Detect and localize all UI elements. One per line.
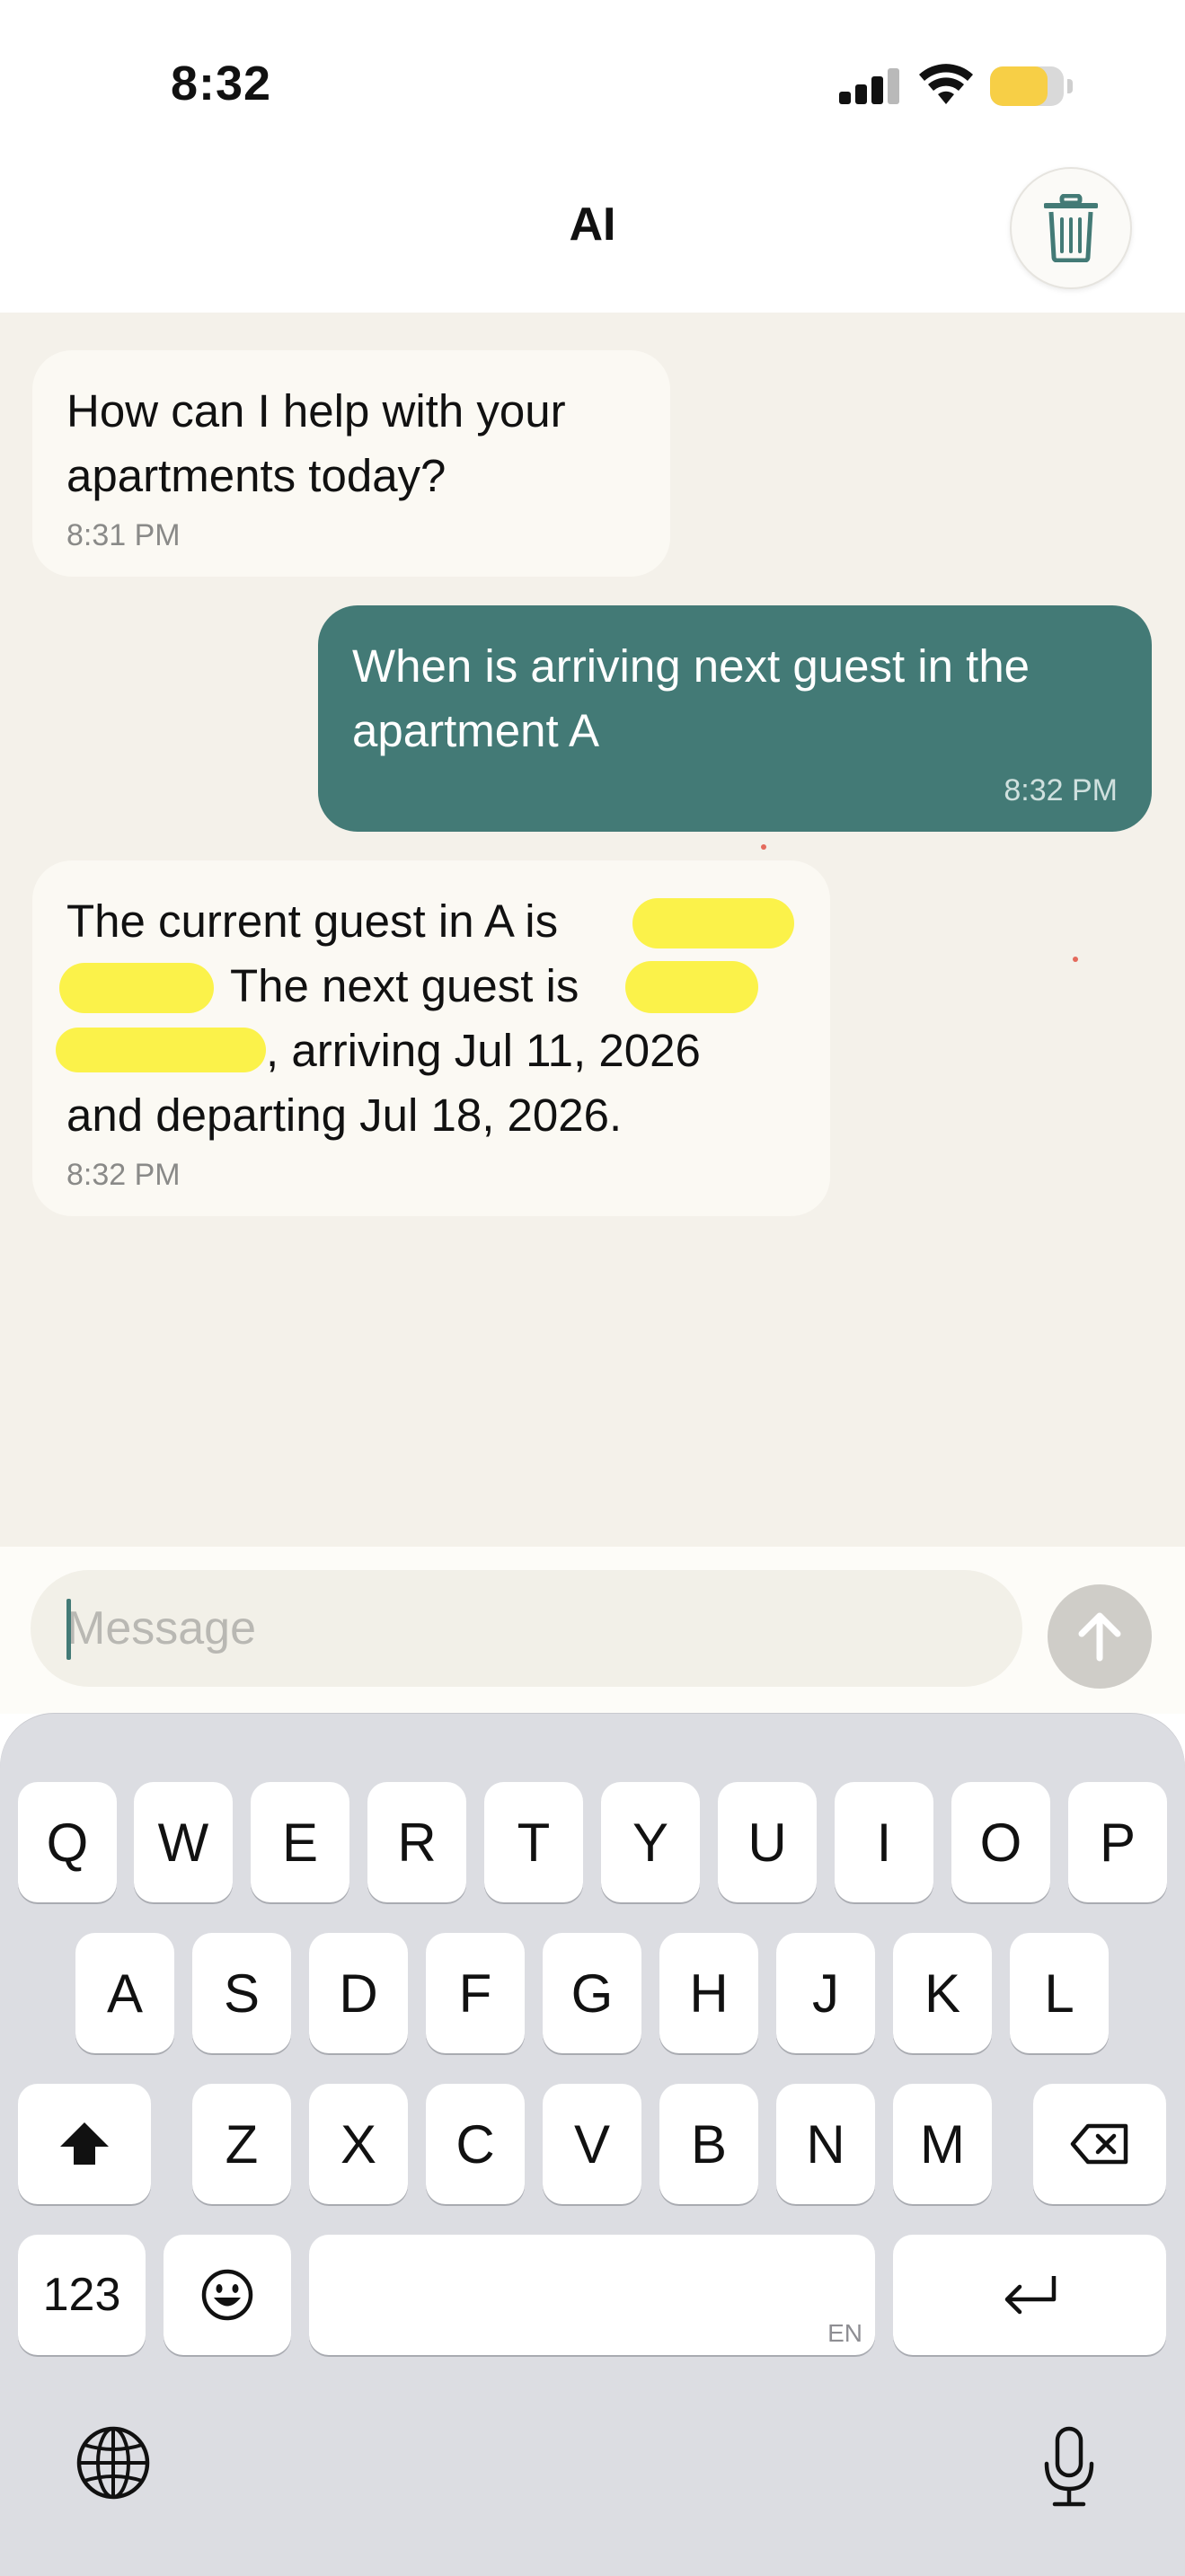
key-e[interactable]: E: [251, 1782, 349, 1902]
key-i[interactable]: I: [835, 1782, 933, 1902]
key-n[interactable]: N: [776, 2084, 875, 2204]
key-r[interactable]: R: [367, 1782, 466, 1902]
message-time: 8:32 PM: [1004, 773, 1118, 807]
space-key[interactable]: EN: [309, 2235, 875, 2355]
key-t[interactable]: T: [484, 1782, 583, 1902]
key-h[interactable]: H: [659, 1933, 758, 2053]
backspace-key[interactable]: [1033, 2084, 1166, 2204]
key-y[interactable]: Y: [601, 1782, 700, 1902]
key-w[interactable]: W: [134, 1782, 233, 1902]
send-button[interactable]: [1048, 1584, 1152, 1689]
message-text: apartment A: [352, 705, 599, 756]
redaction-mark: [59, 963, 214, 1013]
microphone-icon: [1044, 2426, 1094, 2507]
message-text: apartments today?: [66, 450, 447, 501]
text-cursor: [66, 1599, 71, 1660]
key-q[interactable]: Q: [18, 1782, 117, 1902]
globe-button[interactable]: [68, 2418, 158, 2508]
status-time: 8:32: [171, 57, 272, 110]
globe-icon: [76, 2426, 150, 2500]
key-o[interactable]: O: [951, 1782, 1050, 1902]
key-k[interactable]: K: [893, 1933, 992, 2053]
clear-chat-button[interactable]: [1010, 167, 1132, 289]
battery-icon: [990, 66, 1073, 106]
assistant-message: How can I help with your apartments toda…: [32, 350, 670, 577]
arrow-up-icon: [1078, 1612, 1121, 1662]
user-message: When is arriving next guest in the apart…: [318, 605, 1152, 832]
nav-header: AI: [0, 162, 1185, 313]
wifi-icon: [919, 64, 973, 104]
redaction-mark: [56, 1028, 266, 1072]
decorative-dot: [1073, 957, 1078, 962]
message-text: How can I help with your: [66, 385, 566, 437]
dictation-button[interactable]: [1026, 2418, 1112, 2517]
message-text: When is arriving next guest in the: [352, 640, 1030, 692]
key-a[interactable]: A: [75, 1933, 174, 2053]
shift-icon: [60, 2122, 109, 2165]
composer-bar: [0, 1547, 1185, 1714]
key-m[interactable]: M: [893, 2084, 992, 2204]
key-d[interactable]: D: [309, 1933, 408, 2053]
emoji-icon: [201, 2269, 253, 2321]
emoji-key[interactable]: [164, 2235, 291, 2355]
keyboard-language-label: EN: [827, 2319, 862, 2347]
numbers-key[interactable]: 123: [18, 2235, 146, 2355]
message-input[interactable]: [31, 1570, 1022, 1687]
trash-icon: [1044, 194, 1098, 262]
page-title: AI: [569, 198, 616, 251]
cellular-signal-icon: [839, 68, 902, 104]
message-time: 8:32 PM: [66, 1158, 181, 1192]
key-u[interactable]: U: [718, 1782, 817, 1902]
key-p[interactable]: P: [1068, 1782, 1167, 1902]
key-s[interactable]: S: [192, 1933, 291, 2053]
chat-thread[interactable]: How can I help with your apartments toda…: [0, 313, 1185, 1547]
return-key[interactable]: [893, 2235, 1166, 2355]
key-z[interactable]: Z: [192, 2084, 291, 2204]
key-c[interactable]: C: [426, 2084, 525, 2204]
redaction-mark: [632, 898, 794, 948]
key-l[interactable]: L: [1010, 1933, 1109, 2053]
assistant-message: The current guest in A is The next guest…: [32, 860, 830, 1216]
backspace-icon: [1070, 2123, 1128, 2165]
key-f[interactable]: F: [426, 1933, 525, 2053]
status-bar: 8:32: [0, 0, 1185, 162]
redaction-mark: [625, 961, 758, 1013]
return-icon: [1004, 2276, 1057, 2315]
message-time: 8:31 PM: [66, 518, 181, 552]
shift-key[interactable]: [18, 2084, 151, 2204]
key-v[interactable]: V: [543, 2084, 641, 2204]
key-j[interactable]: J: [776, 1933, 875, 2053]
key-b[interactable]: B: [659, 2084, 758, 2204]
onscreen-keyboard: Q W E R T Y U I O P A S D F G H J K L Z …: [0, 1714, 1185, 2576]
key-g[interactable]: G: [543, 1933, 641, 2053]
message-text: and departing Jul 18, 2026.: [66, 1090, 623, 1141]
decorative-dot: [761, 844, 766, 850]
key-x[interactable]: X: [309, 2084, 408, 2204]
